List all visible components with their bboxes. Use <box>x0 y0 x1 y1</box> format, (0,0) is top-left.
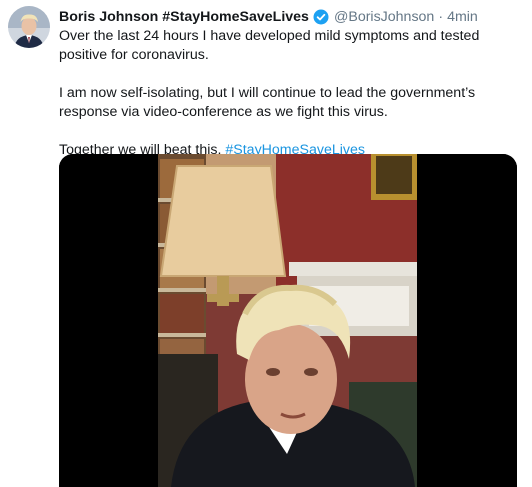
display-name[interactable]: Boris Johnson #StayHomeSaveLives <box>59 7 309 27</box>
tweet-paragraph: I am now self-isolating, but I will cont… <box>59 85 476 120</box>
verified-badge-icon <box>313 9 329 25</box>
separator-dot: · <box>438 9 444 25</box>
user-handle[interactable]: @BorisJohnson <box>334 7 434 27</box>
timestamp[interactable]: 4min <box>447 7 478 27</box>
tweet-header: Boris Johnson #StayHomeSaveLives @BorisJ… <box>59 7 478 27</box>
video-frame <box>59 154 517 487</box>
tweet-text: Over the last 24 hours I have developed … <box>59 27 515 160</box>
profile-photo <box>8 6 50 48</box>
tweet-card: Boris Johnson #StayHomeSaveLives @BorisJ… <box>0 0 532 487</box>
avatar[interactable] <box>8 6 50 48</box>
tweet-paragraph: Over the last 24 hours I have developed … <box>59 28 480 63</box>
video-player[interactable] <box>59 154 517 487</box>
